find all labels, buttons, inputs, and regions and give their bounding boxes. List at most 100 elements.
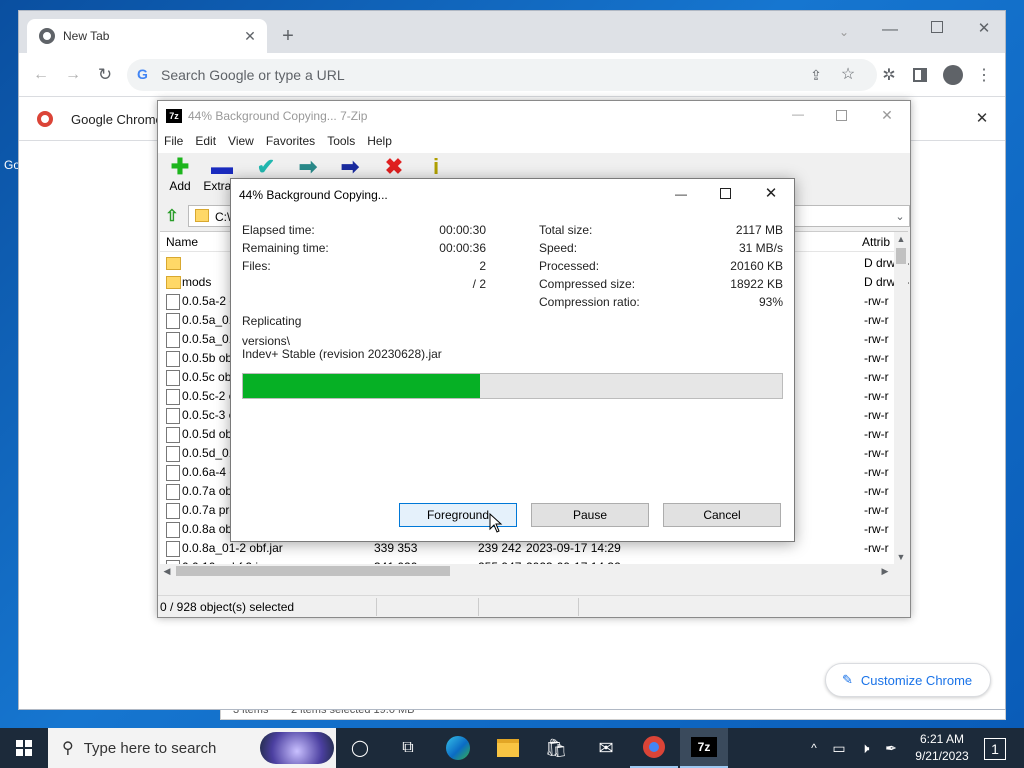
maximize-icon[interactable] [836, 110, 847, 121]
maximize-icon[interactable] [720, 188, 731, 199]
stat-value: 00:00:30 [439, 223, 486, 237]
folder-icon [166, 257, 181, 270]
file-attrib: -rw-r [864, 313, 889, 327]
7zip-taskbar-icon[interactable]: 7z [680, 728, 728, 768]
scroll-right-icon[interactable]: ▶ [878, 564, 892, 578]
side-panel-icon[interactable] [913, 68, 927, 82]
bookmark-star-icon[interactable]: ☆ [839, 65, 857, 83]
minimize-icon[interactable]: — [881, 21, 899, 39]
task-view-icon[interactable]: ⧉ [384, 728, 432, 768]
progress-fill [243, 374, 481, 398]
column-attrib[interactable]: Attrib [862, 235, 890, 249]
folder-icon [166, 276, 181, 289]
file-name: 0.0.8a_01-2 obf.jar [182, 541, 283, 555]
menu-view[interactable]: View [222, 131, 260, 148]
vertical-scrollbar[interactable]: ▲ ▼ [894, 232, 908, 578]
menu-help[interactable]: Help [361, 131, 398, 148]
omnibox[interactable]: G Search Google or type a URL ⇪ ☆ [127, 59, 877, 91]
file-name: 0.0.5b ob [182, 351, 233, 365]
close-window-icon[interactable]: ✕ [975, 19, 993, 37]
hscroll-thumb[interactable] [176, 566, 450, 576]
start-button[interactable] [0, 728, 48, 768]
scroll-thumb[interactable] [896, 248, 906, 264]
7zip-menu-bar: File Edit View Favorites Tools Help [158, 131, 910, 153]
network-icon[interactable]: ▭ [830, 738, 848, 758]
notification-center-icon[interactable]: 1 [984, 738, 1006, 760]
menu-file[interactable]: File [158, 131, 189, 148]
stat-label: Speed: [539, 241, 578, 255]
stat-label: Elapsed time: [242, 223, 315, 237]
mail-icon[interactable]: ✉ [582, 728, 630, 768]
file-size: 339 353 [374, 541, 418, 555]
windows-logo-icon [16, 740, 32, 756]
tab-search-icon[interactable]: ⌄ [835, 23, 853, 41]
scroll-up-icon[interactable]: ▲ [894, 232, 908, 246]
file-name: 0.0.7a pre [182, 503, 237, 517]
jar-file-icon [166, 484, 180, 500]
file-modified: 2023-09-17 14:29 [526, 541, 621, 555]
column-name[interactable]: Name [166, 235, 198, 249]
chrome-logo-icon [37, 111, 53, 127]
tab-close-icon[interactable]: ✕ [241, 27, 259, 45]
check-icon: ✔ [256, 154, 276, 179]
profile-avatar-icon[interactable] [943, 65, 963, 85]
minimize-icon[interactable]: — [790, 105, 806, 123]
customize-chrome-label: Customize Chrome [860, 672, 973, 688]
file-name: 0.0.5c ob [182, 370, 232, 384]
infobar-close-icon[interactable]: ✕ [973, 109, 991, 127]
stat-label: Processed: [539, 259, 600, 273]
menu-favorites[interactable]: Favorites [260, 131, 321, 148]
toolbar-button-copy-arrow[interactable]: ➡ [286, 155, 330, 179]
toolbar-button-info[interactable]: i [414, 155, 458, 179]
maximize-icon[interactable] [931, 21, 943, 33]
cancel-button[interactable]: Cancel [663, 503, 781, 527]
taskbar-search-box[interactable]: ⚲ Type here to search [48, 728, 336, 768]
more-menu-icon[interactable]: ⋮ [976, 65, 992, 85]
extensions-icon[interactable]: ✲ [879, 65, 899, 85]
tab-title: New Tab [63, 29, 110, 43]
customize-chrome-button[interactable]: ✎ Customize Chrome [825, 663, 991, 697]
close-window-icon[interactable]: ✕ [878, 106, 896, 124]
7zip-title: 44% Background Copying... 7-Zip [188, 109, 368, 123]
toolbar-button-move-arrow[interactable]: ➡ [328, 155, 372, 179]
volume-muted-icon[interactable]: 🕨 [856, 738, 874, 758]
chrome-taskbar-icon[interactable] [630, 728, 678, 768]
selection-status: 0 / 928 object(s) selected [160, 600, 295, 614]
clock-date[interactable]: 9/21/2023 [912, 749, 972, 763]
pen-icon[interactable]: ✒ [882, 738, 900, 758]
toolbar-button-delete[interactable]: ✖ [372, 155, 416, 179]
store-icon[interactable]: 🛍 [532, 728, 580, 768]
menu-edit[interactable]: Edit [189, 131, 222, 148]
forward-icon[interactable]: → [63, 65, 83, 85]
jar-file-icon [166, 370, 180, 386]
progress-dialog: 44% Background Copying... — ✕ Replicatin… [230, 178, 795, 542]
pause-button[interactable]: Pause [531, 503, 649, 527]
chevron-down-icon[interactable]: ⌄ [893, 208, 907, 224]
up-folder-icon[interactable]: ⇧ [162, 206, 182, 226]
scroll-down-icon[interactable]: ▼ [894, 550, 908, 564]
scroll-left-icon[interactable]: ◀ [160, 564, 174, 578]
new-tab-icon[interactable]: + [277, 25, 299, 47]
taskbar: ⚲ Type here to search ◯ ⧉ 🛍 ✉ 7z ^ ▭ 🕨 ✒… [0, 728, 1024, 768]
minimize-icon[interactable]: — [673, 185, 689, 203]
reload-icon[interactable]: ↻ [95, 65, 115, 85]
share-icon[interactable]: ⇪ [807, 66, 825, 84]
file-name: 0.0.7a ob [182, 484, 233, 498]
file-attrib: -rw-r [864, 294, 889, 308]
toolbar-button-check[interactable]: ✔ [244, 155, 288, 179]
task-view-cortana-icon[interactable]: ◯ [336, 728, 384, 768]
menu-tools[interactable]: Tools [321, 131, 361, 148]
clock-time[interactable]: 6:21 AM [912, 732, 972, 746]
move-arrow-icon: ➡ [340, 154, 360, 179]
file-explorer-icon[interactable] [484, 728, 532, 768]
chevron-up-icon[interactable]: ^ [806, 738, 822, 758]
file-attrib: -rw-r [864, 427, 889, 441]
toolbar-button-add[interactable]: ✚ Add [158, 155, 202, 194]
horizontal-scrollbar[interactable]: ◀ ▶ [160, 564, 894, 578]
back-icon[interactable]: ← [31, 65, 51, 85]
close-dialog-icon[interactable]: ✕ [762, 184, 780, 202]
chrome-tab[interactable]: New Tab ✕ [27, 19, 267, 53]
jar-file-icon [166, 351, 180, 367]
stat-value: 18922 KB [730, 277, 783, 291]
edge-icon[interactable] [434, 728, 482, 768]
